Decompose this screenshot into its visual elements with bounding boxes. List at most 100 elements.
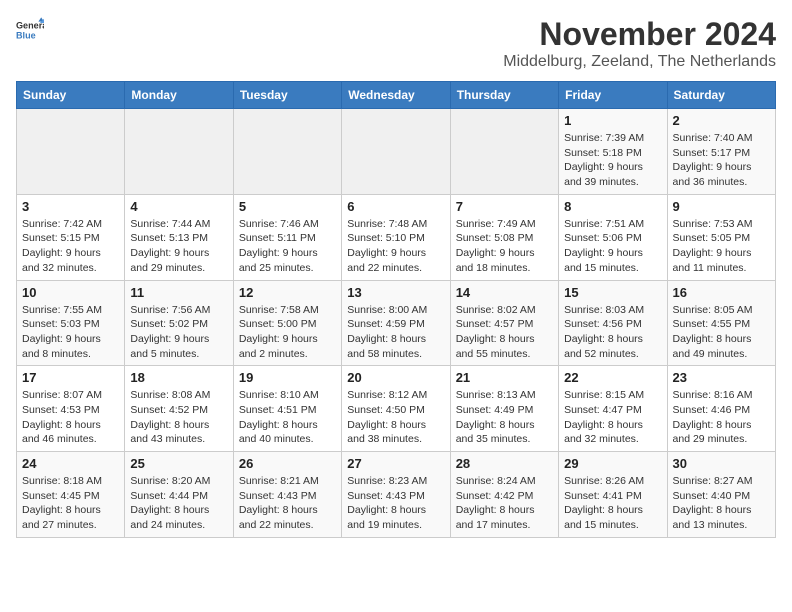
calendar-cell: 2 Sunrise: 7:40 AM Sunset: 5:17 PM Daylig… bbox=[667, 109, 775, 195]
day-info: Sunrise: 8:02 AM Sunset: 4:57 PM Dayligh… bbox=[456, 303, 553, 362]
calendar-cell: 25Sunrise: 8:20 AM Sunset: 4:44 PM Dayli… bbox=[125, 452, 233, 538]
day-info: Sunrise: 8:24 AM Sunset: 4:42 PM Dayligh… bbox=[456, 474, 553, 533]
calendar-cell: 17Sunrise: 8:07 AM Sunset: 4:53 PM Dayli… bbox=[17, 366, 125, 452]
logo-icon: General Blue bbox=[16, 16, 44, 44]
calendar-cell: 18 Sunrise: 8:08 AM Sunset: 4:52 PM Dayli… bbox=[125, 366, 233, 452]
day-number: 21 bbox=[456, 370, 553, 385]
day-info: Sunrise: 8:07 AM Sunset: 4:53 PM Dayligh… bbox=[22, 388, 119, 447]
calendar-cell bbox=[450, 109, 558, 195]
day-number: 23 bbox=[673, 370, 770, 385]
day-number: 22 bbox=[564, 370, 661, 385]
header-cell-thursday: Thursday bbox=[450, 82, 558, 109]
day-info: Sunrise: 7:49 AM Sunset: 5:08 PM Dayligh… bbox=[456, 217, 553, 276]
calendar-cell: 3 Sunrise: 7:42 AM Sunset: 5:15 PM Daylig… bbox=[17, 194, 125, 280]
day-number: 29 bbox=[564, 456, 661, 471]
calendar-cell: 21Sunrise: 8:13 AM Sunset: 4:49 PM Dayli… bbox=[450, 366, 558, 452]
header-cell-friday: Friday bbox=[559, 82, 667, 109]
day-number: 20 bbox=[347, 370, 444, 385]
calendar-cell: 16 Sunrise: 8:05 AM Sunset: 4:55 PM Dayli… bbox=[667, 280, 775, 366]
day-info: Sunrise: 8:23 AM Sunset: 4:43 PM Dayligh… bbox=[347, 474, 444, 533]
calendar-cell: 1 Sunrise: 7:39 AM Sunset: 5:18 PM Daylig… bbox=[559, 109, 667, 195]
day-info: Sunrise: 8:27 AM Sunset: 4:40 PM Dayligh… bbox=[673, 474, 770, 533]
day-info: Sunrise: 7:48 AM Sunset: 5:10 PM Dayligh… bbox=[347, 217, 444, 276]
day-number: 7 bbox=[456, 199, 553, 214]
calendar-header-row: SundayMondayTuesdayWednesdayThursdayFrid… bbox=[17, 82, 776, 109]
day-info: Sunrise: 7:40 AM Sunset: 5:17 PM Dayligh… bbox=[673, 131, 770, 190]
day-number: 8 bbox=[564, 199, 661, 214]
day-number: 26 bbox=[239, 456, 336, 471]
calendar-cell: 10Sunrise: 7:55 AM Sunset: 5:03 PM Dayli… bbox=[17, 280, 125, 366]
calendar-cell: 27 Sunrise: 8:23 AM Sunset: 4:43 PM Dayli… bbox=[342, 452, 450, 538]
calendar-cell bbox=[125, 109, 233, 195]
calendar-cell: 12 Sunrise: 7:58 AM Sunset: 5:00 PM Dayli… bbox=[233, 280, 341, 366]
month-title: November 2024 bbox=[503, 16, 776, 53]
day-number: 2 bbox=[673, 113, 770, 128]
logo: General Blue bbox=[16, 16, 44, 44]
calendar-cell: 28 Sunrise: 8:24 AM Sunset: 4:42 PM Dayli… bbox=[450, 452, 558, 538]
calendar-cell: 24Sunrise: 8:18 AM Sunset: 4:45 PM Dayli… bbox=[17, 452, 125, 538]
day-number: 25 bbox=[130, 456, 227, 471]
day-info: Sunrise: 7:42 AM Sunset: 5:15 PM Dayligh… bbox=[22, 217, 119, 276]
calendar-cell: 15Sunrise: 8:03 AM Sunset: 4:56 PM Dayli… bbox=[559, 280, 667, 366]
day-info: Sunrise: 8:05 AM Sunset: 4:55 PM Dayligh… bbox=[673, 303, 770, 362]
svg-text:Blue: Blue bbox=[16, 30, 36, 40]
calendar-week-4: 17Sunrise: 8:07 AM Sunset: 4:53 PM Dayli… bbox=[17, 366, 776, 452]
calendar-cell: 5 Sunrise: 7:46 AM Sunset: 5:11 PM Daylig… bbox=[233, 194, 341, 280]
day-info: Sunrise: 7:58 AM Sunset: 5:00 PM Dayligh… bbox=[239, 303, 336, 362]
day-info: Sunrise: 7:53 AM Sunset: 5:05 PM Dayligh… bbox=[673, 217, 770, 276]
day-number: 4 bbox=[130, 199, 227, 214]
day-number: 30 bbox=[673, 456, 770, 471]
day-number: 13 bbox=[347, 285, 444, 300]
day-number: 11 bbox=[130, 285, 227, 300]
calendar-cell bbox=[233, 109, 341, 195]
day-info: Sunrise: 8:26 AM Sunset: 4:41 PM Dayligh… bbox=[564, 474, 661, 533]
day-number: 27 bbox=[347, 456, 444, 471]
day-number: 14 bbox=[456, 285, 553, 300]
calendar-cell: 8 Sunrise: 7:51 AM Sunset: 5:06 PM Daylig… bbox=[559, 194, 667, 280]
day-info: Sunrise: 8:00 AM Sunset: 4:59 PM Dayligh… bbox=[347, 303, 444, 362]
day-number: 12 bbox=[239, 285, 336, 300]
calendar-cell: 6 Sunrise: 7:48 AM Sunset: 5:10 PM Daylig… bbox=[342, 194, 450, 280]
calendar-week-5: 24Sunrise: 8:18 AM Sunset: 4:45 PM Dayli… bbox=[17, 452, 776, 538]
day-info: Sunrise: 7:56 AM Sunset: 5:02 PM Dayligh… bbox=[130, 303, 227, 362]
calendar-cell bbox=[17, 109, 125, 195]
calendar-cell: 26 Sunrise: 8:21 AM Sunset: 4:43 PM Dayli… bbox=[233, 452, 341, 538]
calendar-week-2: 3 Sunrise: 7:42 AM Sunset: 5:15 PM Daylig… bbox=[17, 194, 776, 280]
calendar-cell: 14 Sunrise: 8:02 AM Sunset: 4:57 PM Dayli… bbox=[450, 280, 558, 366]
day-info: Sunrise: 8:21 AM Sunset: 4:43 PM Dayligh… bbox=[239, 474, 336, 533]
location-title: Middelburg, Zeeland, The Netherlands bbox=[503, 53, 776, 71]
calendar-week-1: 1 Sunrise: 7:39 AM Sunset: 5:18 PM Daylig… bbox=[17, 109, 776, 195]
day-number: 5 bbox=[239, 199, 336, 214]
calendar-cell bbox=[342, 109, 450, 195]
title-area: November 2024 Middelburg, Zeeland, The N… bbox=[503, 16, 776, 71]
day-number: 16 bbox=[673, 285, 770, 300]
day-number: 1 bbox=[564, 113, 661, 128]
day-number: 28 bbox=[456, 456, 553, 471]
day-number: 9 bbox=[673, 199, 770, 214]
day-number: 6 bbox=[347, 199, 444, 214]
calendar-body: 1 Sunrise: 7:39 AM Sunset: 5:18 PM Daylig… bbox=[17, 109, 776, 538]
calendar-cell: 29 Sunrise: 8:26 AM Sunset: 4:41 PM Dayli… bbox=[559, 452, 667, 538]
day-info: Sunrise: 8:16 AM Sunset: 4:46 PM Dayligh… bbox=[673, 388, 770, 447]
calendar-cell: 13 Sunrise: 8:00 AM Sunset: 4:59 PM Dayli… bbox=[342, 280, 450, 366]
calendar-cell: 4Sunrise: 7:44 AM Sunset: 5:13 PM Daylig… bbox=[125, 194, 233, 280]
day-number: 19 bbox=[239, 370, 336, 385]
day-info: Sunrise: 8:18 AM Sunset: 4:45 PM Dayligh… bbox=[22, 474, 119, 533]
day-number: 18 bbox=[130, 370, 227, 385]
day-info: Sunrise: 8:10 AM Sunset: 4:51 PM Dayligh… bbox=[239, 388, 336, 447]
day-info: Sunrise: 8:08 AM Sunset: 4:52 PM Dayligh… bbox=[130, 388, 227, 447]
day-number: 3 bbox=[22, 199, 119, 214]
day-info: Sunrise: 8:15 AM Sunset: 4:47 PM Dayligh… bbox=[564, 388, 661, 447]
header: General Blue November 2024 Middelburg, Z… bbox=[16, 16, 776, 71]
day-info: Sunrise: 8:03 AM Sunset: 4:56 PM Dayligh… bbox=[564, 303, 661, 362]
calendar-cell: 7 Sunrise: 7:49 AM Sunset: 5:08 PM Daylig… bbox=[450, 194, 558, 280]
calendar-cell: 23 Sunrise: 8:16 AM Sunset: 4:46 PM Dayli… bbox=[667, 366, 775, 452]
day-info: Sunrise: 7:39 AM Sunset: 5:18 PM Dayligh… bbox=[564, 131, 661, 190]
day-info: Sunrise: 7:51 AM Sunset: 5:06 PM Dayligh… bbox=[564, 217, 661, 276]
day-number: 10 bbox=[22, 285, 119, 300]
calendar-cell: 11 Sunrise: 7:56 AM Sunset: 5:02 PM Dayli… bbox=[125, 280, 233, 366]
calendar-cell: 20Sunrise: 8:12 AM Sunset: 4:50 PM Dayli… bbox=[342, 366, 450, 452]
calendar-cell: 9 Sunrise: 7:53 AM Sunset: 5:05 PM Daylig… bbox=[667, 194, 775, 280]
day-info: Sunrise: 7:46 AM Sunset: 5:11 PM Dayligh… bbox=[239, 217, 336, 276]
calendar-cell: 30 Sunrise: 8:27 AM Sunset: 4:40 PM Dayli… bbox=[667, 452, 775, 538]
